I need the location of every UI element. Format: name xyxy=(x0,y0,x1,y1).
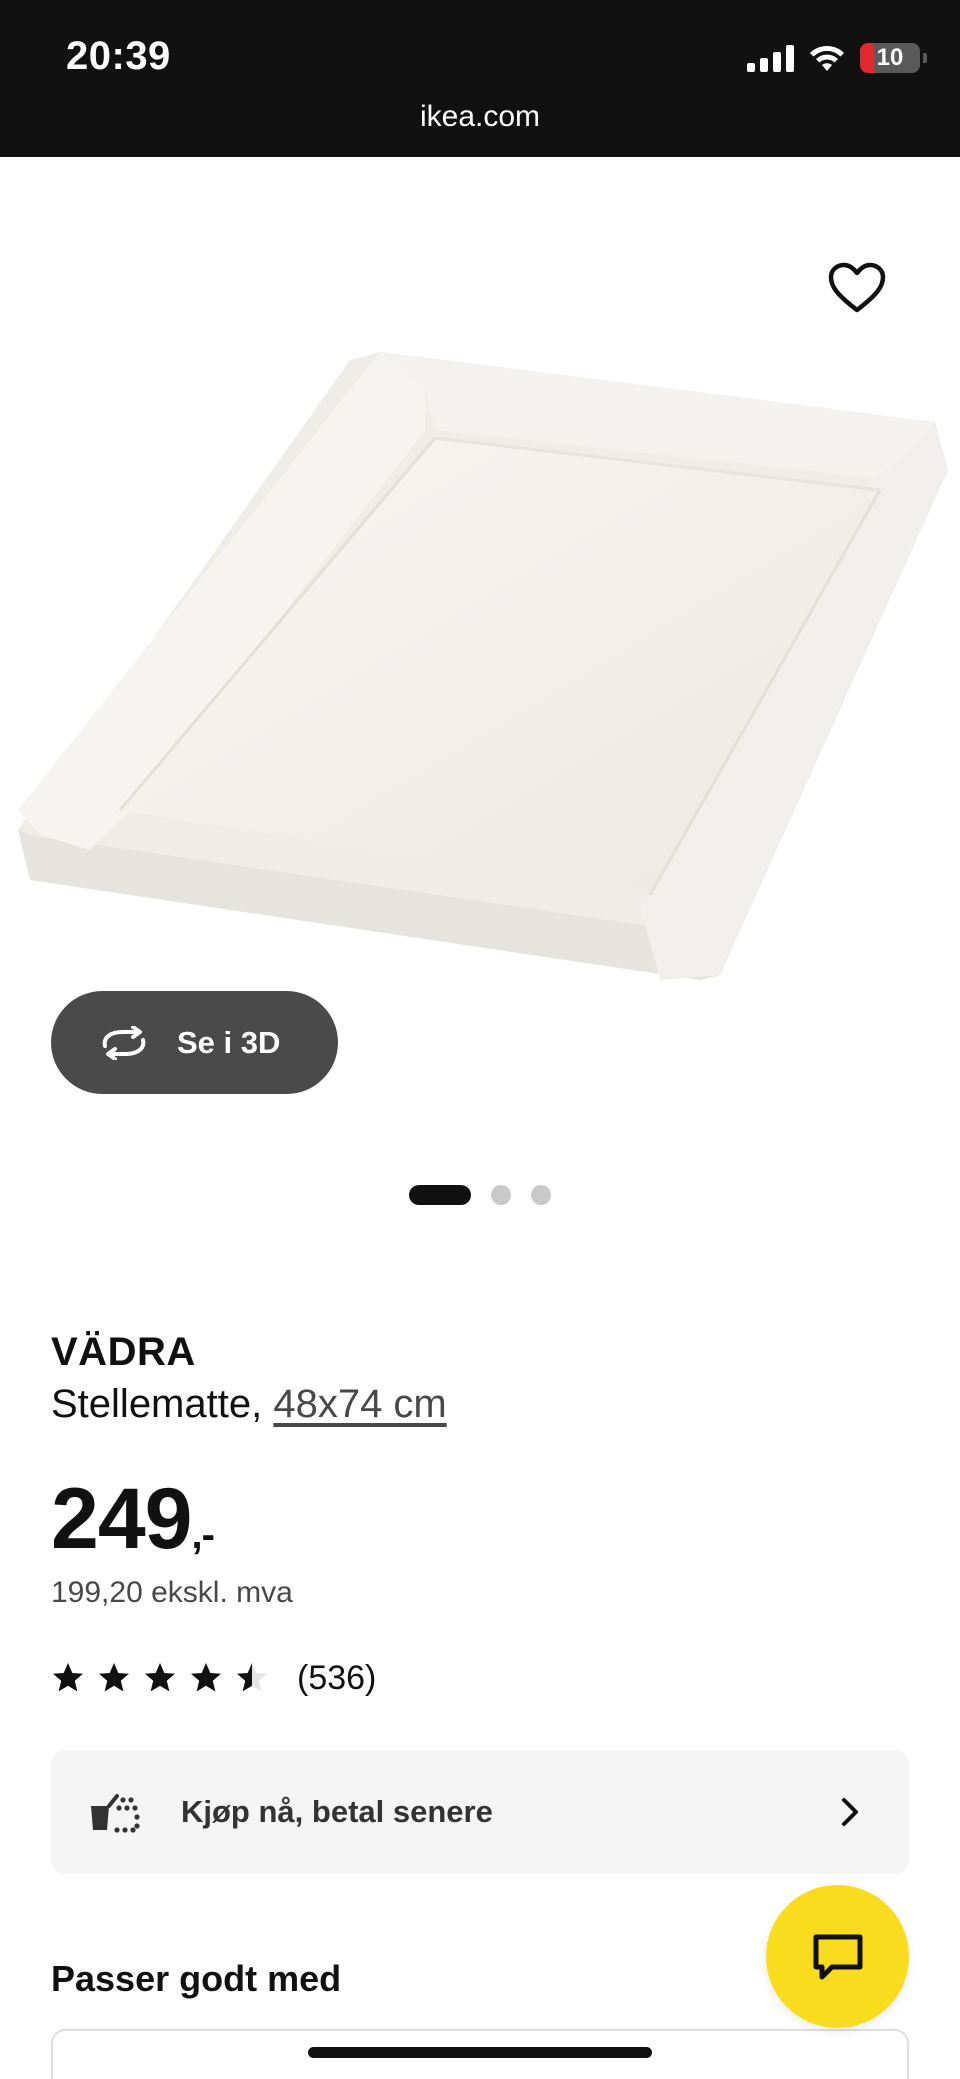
section-title: Passer godt med xyxy=(51,1958,342,1999)
review-count[interactable]: (536) xyxy=(297,1659,376,1698)
cellular-signal-icon xyxy=(747,44,794,72)
chat-button[interactable] xyxy=(766,1885,909,2028)
carousel-dot-2[interactable] xyxy=(491,1185,511,1205)
star-icon xyxy=(99,1663,129,1692)
price-suffix: ,- xyxy=(191,1513,215,1557)
heart-icon[interactable] xyxy=(828,262,886,314)
product-type: Stellematte, xyxy=(51,1382,274,1426)
product-price: 249,- xyxy=(51,1470,215,1569)
product-description: Stellematte, 48x74 cm xyxy=(51,1382,447,1427)
product-name: VÄDRA xyxy=(51,1330,196,1374)
star-icon xyxy=(145,1663,175,1692)
view-3d-button[interactable]: Se i 3D xyxy=(51,991,338,1094)
image-carousel-dots xyxy=(0,1185,960,1205)
view-3d-label: Se i 3D xyxy=(177,1024,281,1060)
wifi-icon xyxy=(810,45,844,71)
status-bar: 20:39 10 ikea.com xyxy=(0,0,960,157)
star-icon xyxy=(237,1663,267,1692)
clock: 20:39 xyxy=(66,34,171,78)
product-image[interactable] xyxy=(0,330,960,1010)
buy-now-pay-later-row[interactable]: Kjøp nå, betal senere xyxy=(51,1750,909,1874)
carousel-dot-3[interactable] xyxy=(531,1185,551,1205)
buy-now-pay-later-label: Kjøp nå, betal senere xyxy=(181,1794,493,1829)
product-rating[interactable]: (536) xyxy=(51,1656,376,1700)
chat-icon xyxy=(813,1934,862,1979)
carousel-dot-1[interactable] xyxy=(409,1185,471,1205)
star-icon xyxy=(53,1663,83,1692)
price-integer: 249 xyxy=(51,1471,192,1567)
chevron-right-icon xyxy=(842,1798,858,1826)
battery-level: 10 xyxy=(876,44,904,71)
home-indicator xyxy=(308,2047,652,2058)
rotate-3d-icon xyxy=(102,1025,146,1060)
url-bar[interactable]: ikea.com xyxy=(0,100,960,134)
status-icons: 10 xyxy=(747,40,927,76)
product-size-link[interactable]: 48x74 cm xyxy=(273,1382,446,1426)
battery-icon: 10 xyxy=(860,43,927,73)
rating-stars xyxy=(51,1661,269,1695)
star-icon xyxy=(191,1663,221,1692)
price-ex-vat: 199,20 ekskl. mva xyxy=(51,1576,293,1609)
installment-payment-icon xyxy=(91,1794,140,1833)
